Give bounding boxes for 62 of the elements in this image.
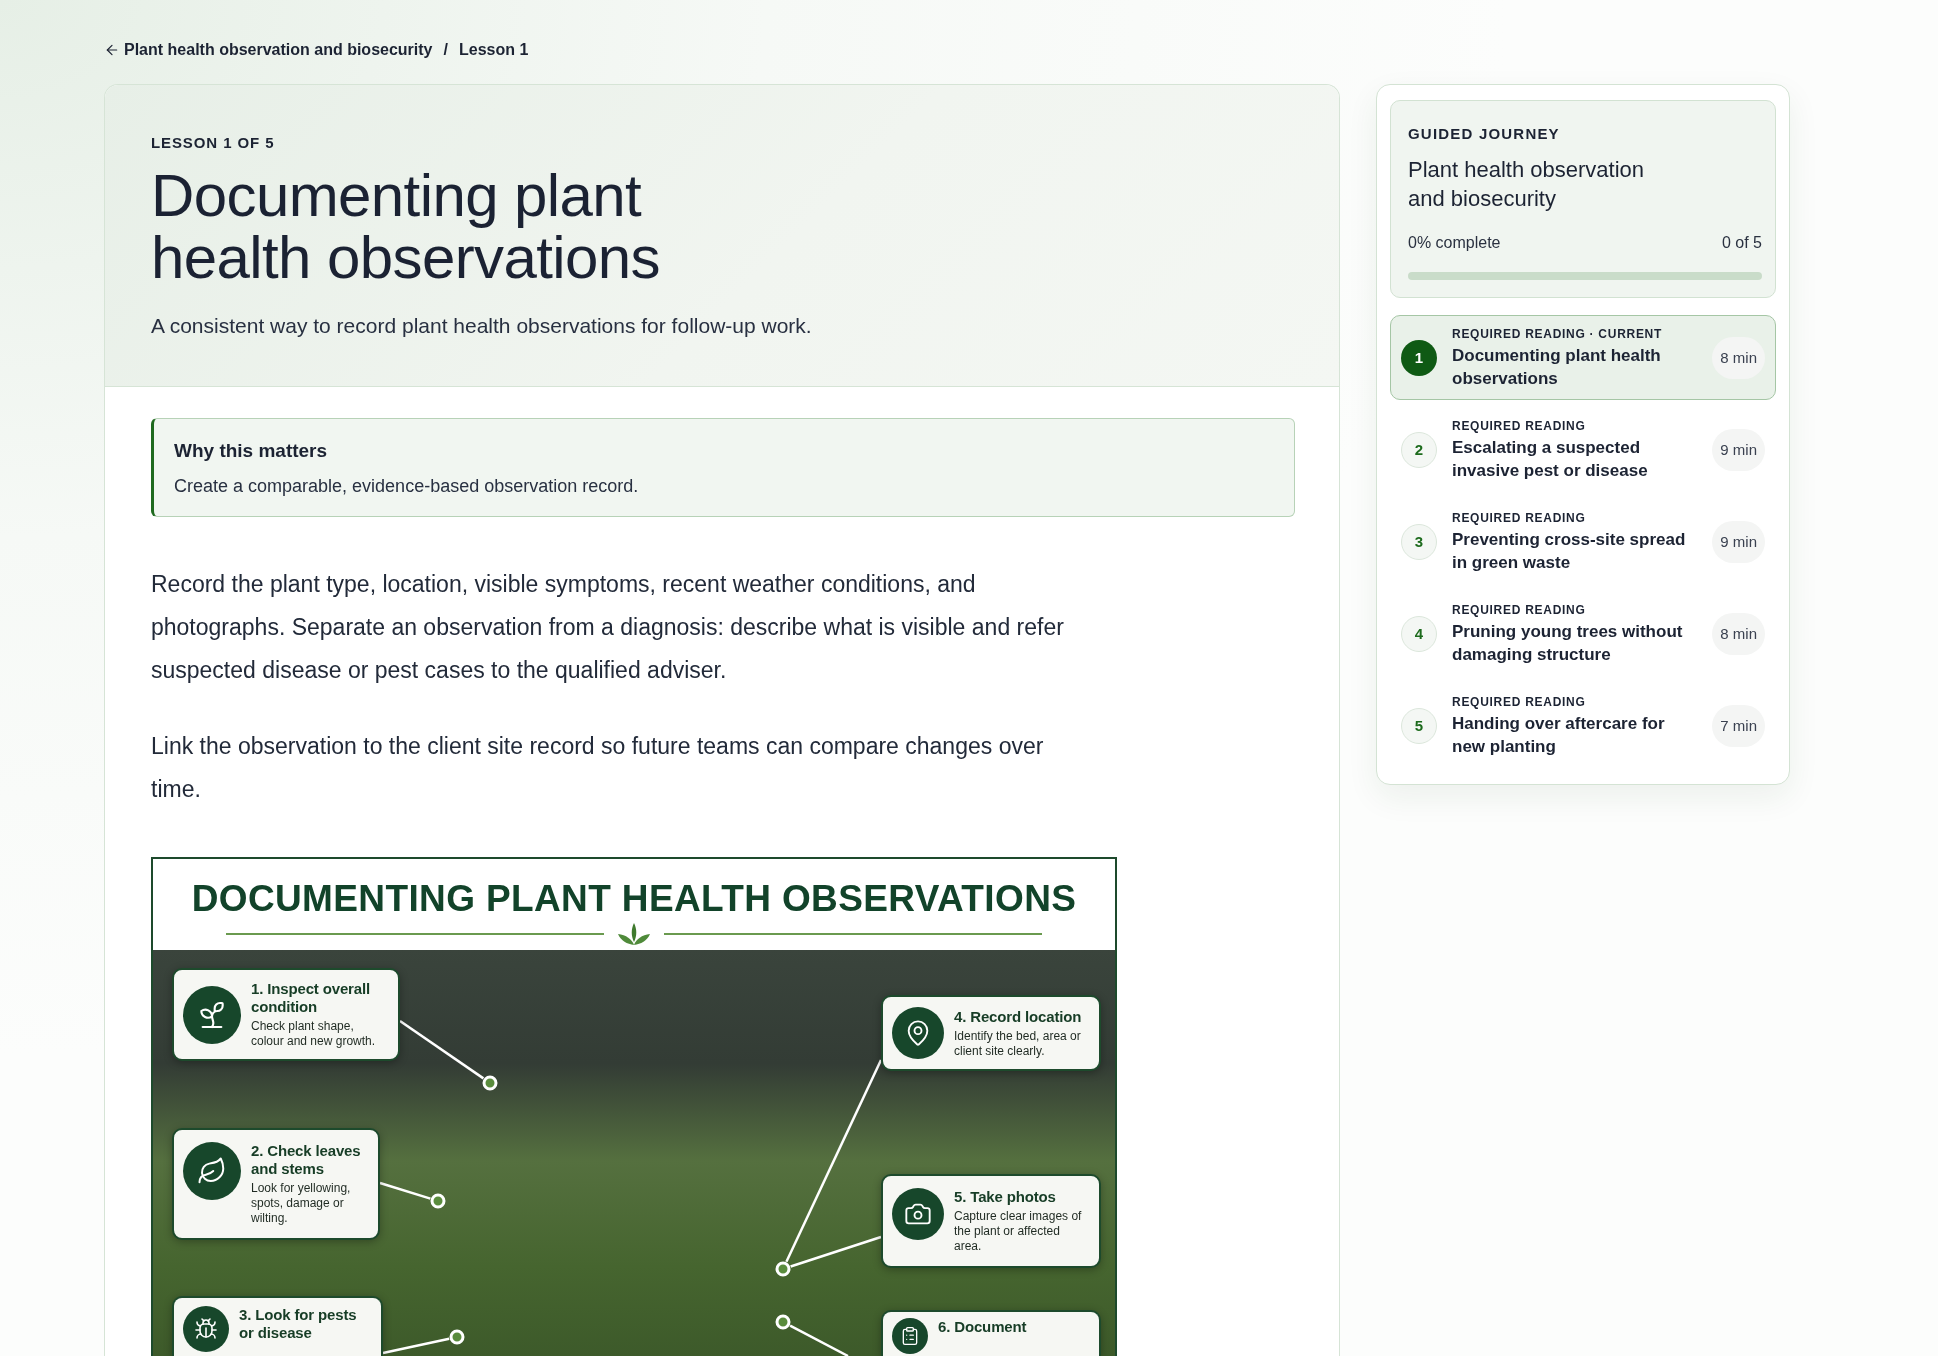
body-paragraph: Record the plant type, location, visible symptoms, recent weather conditions, and photographs. Separate an observation from a diagnosis: describe what is visible and refer suspected disease or pest cases to the qualified adviser. (151, 570, 1065, 685)
lesson-number: 5 (1401, 708, 1437, 744)
lesson-title: Preventing cross-site spread in green waste (1452, 529, 1687, 574)
lesson-item[interactable]: 1 REQUIRED READING · CURRENT Documenting plant health observations 8 min (1390, 315, 1776, 400)
lesson-duration: 7 min (1712, 705, 1765, 747)
leaves-icon (616, 922, 652, 946)
breadcrumb-separator: / (442, 40, 449, 60)
lesson-title: Handing over aftercare for new planting (1452, 713, 1666, 758)
marker-dot-icon (482, 1075, 498, 1091)
journey-eyebrow: GUIDED JOURNEY (1408, 124, 1561, 144)
map-pin-icon (892, 1007, 944, 1059)
body-paragraph: Link the observation to the client site record so future teams can compare changes over time. (151, 732, 1045, 804)
step-text: Check plant shape, colour and new growth. (251, 1019, 377, 1049)
step-title: 2. Check leaves and stems (251, 1142, 362, 1178)
step-title: 3. Look for pests or disease (239, 1306, 358, 1342)
lesson-duration: 8 min (1712, 337, 1765, 379)
breadcrumb-current: Lesson 1 (458, 40, 529, 60)
step-text: Capture clear images of the plant or affected area. (954, 1209, 1083, 1254)
marker-dot-icon (449, 1329, 465, 1345)
lesson-label: REQUIRED READING (1452, 694, 1587, 710)
lesson-title: Documenting plant health observations (1452, 345, 1662, 390)
lesson-eyebrow: LESSON 1 OF 5 (151, 133, 276, 153)
infographic-title: DOCUMENTING PLANT HEALTH OBSERVATIONS (191, 879, 1077, 919)
journey-title: Plant health observation and biosecurity (1408, 156, 1646, 213)
lesson-title: Escalating a suspected invasive pest or disease (1452, 437, 1649, 482)
lesson-label: REQUIRED READING (1452, 510, 1587, 526)
lesson-duration: 8 min (1712, 613, 1765, 655)
lesson-number: 1 (1401, 340, 1437, 376)
lesson-label: REQUIRED READING (1452, 418, 1587, 434)
progress-count: 0 of 5 (1721, 233, 1762, 253)
lesson-label: REQUIRED READING · CURRENT (1452, 326, 1664, 342)
lesson-item[interactable]: 5 REQUIRED READING Handing over aftercare for new planting 7 min (1390, 683, 1776, 768)
camera-icon (892, 1188, 944, 1240)
marker-dot-icon (775, 1261, 791, 1277)
bug-icon (183, 1306, 229, 1352)
breadcrumb-link[interactable]: Plant health observation and biosecurity (104, 40, 433, 60)
lesson-title: Pruning young trees without damaging structure (1452, 621, 1684, 666)
lesson-number: 3 (1401, 524, 1437, 560)
step-title: 5. Take photos (954, 1188, 1057, 1206)
step-title: 4. Record location (954, 1007, 1083, 1026)
leader-line (789, 1324, 849, 1356)
lesson-number: 4 (1401, 616, 1437, 652)
step-title: 6. Document (938, 1318, 1027, 1336)
lesson-item[interactable]: 3 REQUIRED READING Preventing cross-site spread in green waste 9 min (1390, 499, 1776, 584)
lesson-subtitle: A consistent way to record plant health observations for follow-up work. (151, 313, 813, 339)
step-text: Identify the bed, area or client site clearly. (954, 1028, 1082, 1059)
step-text: Look for yellowing, spots, damage or wilting. (251, 1181, 352, 1226)
step-title: 1. Inspect overall condition (251, 980, 372, 1016)
lesson-number: 2 (1401, 432, 1437, 468)
lesson-item[interactable]: 4 REQUIRED READING Pruning young trees without damaging structure 8 min (1390, 591, 1776, 676)
marker-dot-icon (775, 1314, 791, 1330)
sprout-icon (183, 985, 241, 1044)
callout-text: Create a comparable, evidence-based observation record. (174, 475, 640, 498)
progress-label: 0% complete (1408, 233, 1501, 253)
lesson-duration: 9 min (1712, 521, 1765, 563)
marker-dot-icon (430, 1193, 446, 1209)
lesson-title: Documenting plant health observations (151, 165, 661, 289)
lesson-label: REQUIRED READING (1452, 602, 1587, 618)
lesson-item[interactable]: 2 REQUIRED READING Escalating a suspected invasive pest or disease 9 min (1390, 407, 1776, 492)
lesson-duration: 9 min (1712, 429, 1765, 471)
callout-title: Why this matters (174, 439, 329, 463)
leaf-icon (183, 1142, 241, 1200)
